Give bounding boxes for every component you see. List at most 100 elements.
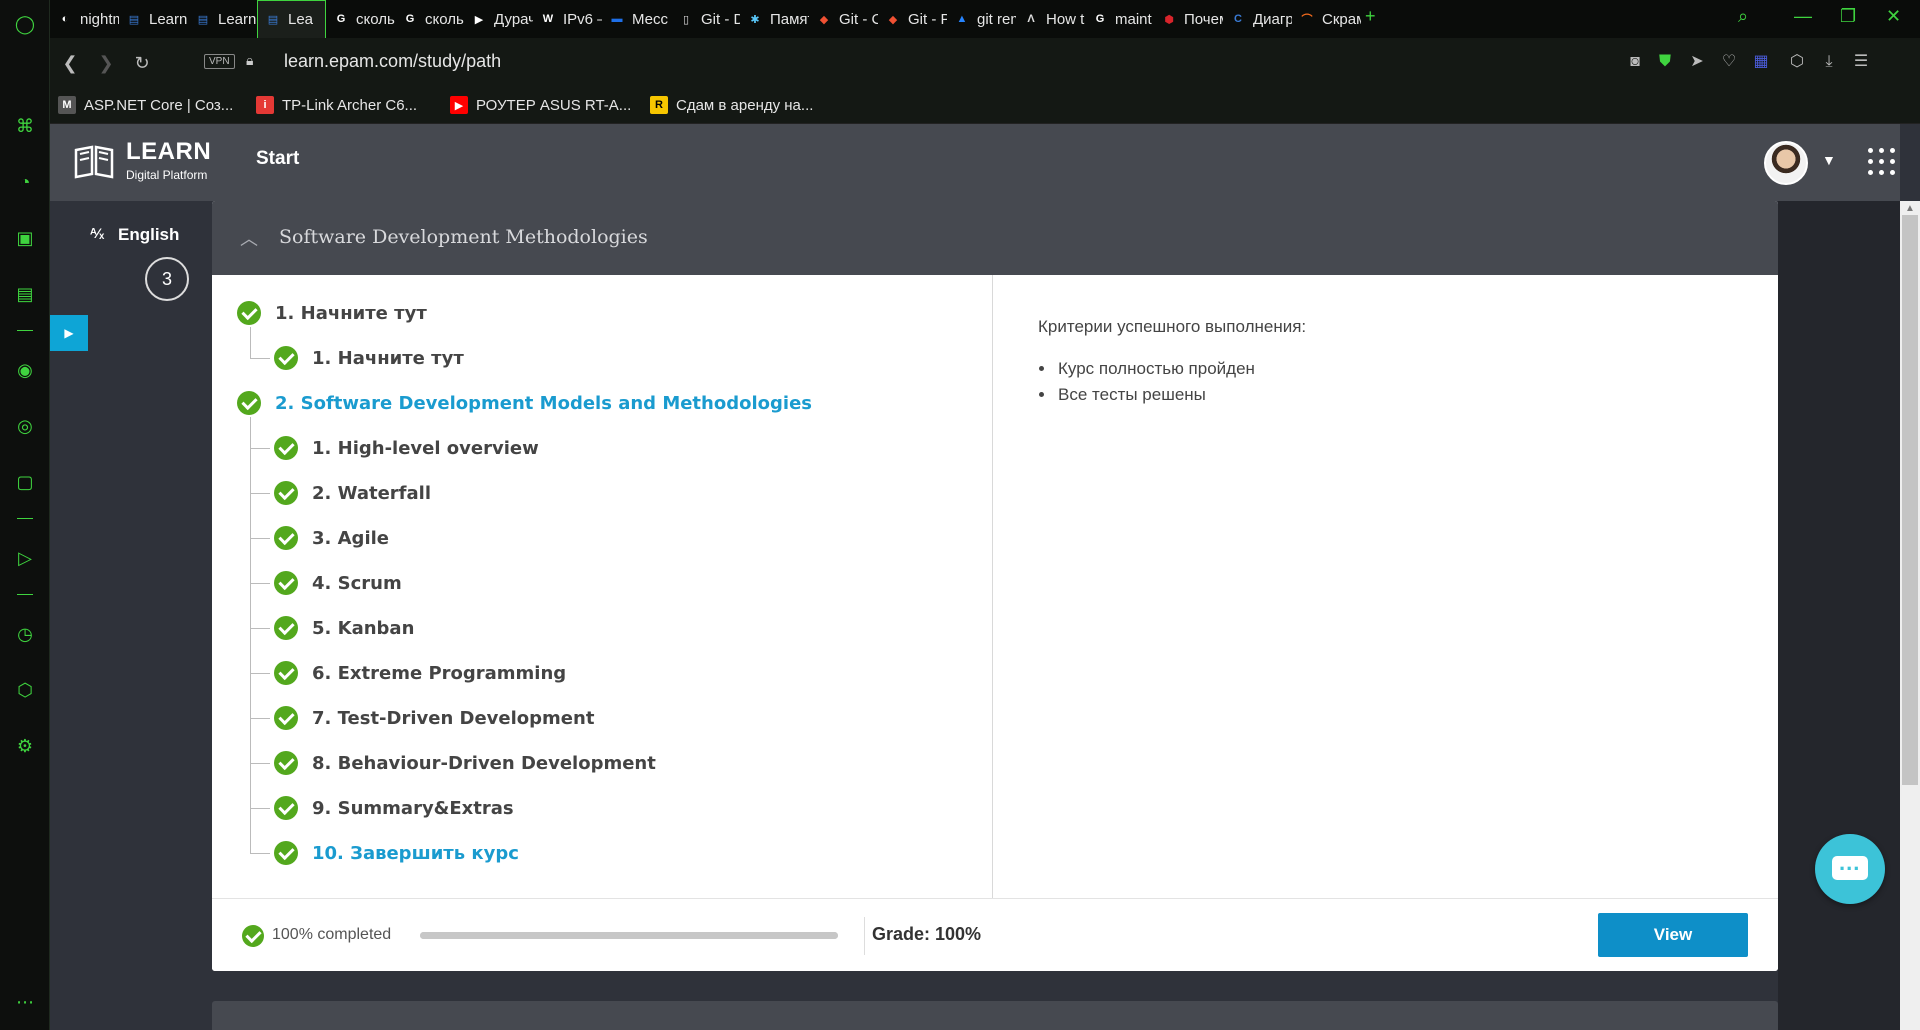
view-button[interactable]: View (1598, 913, 1748, 957)
new-tab-icon[interactable]: + (1365, 6, 1376, 27)
browser-tab[interactable]: ⬢ Почем (1154, 0, 1223, 38)
send-icon[interactable]: ➤ (1686, 51, 1708, 73)
twitch-icon[interactable]: ▤ (13, 282, 37, 306)
browser-tab[interactable]: ✱ Памят (740, 0, 809, 38)
next-course-card[interactable] (212, 1001, 1778, 1030)
cube-extension-icon[interactable]: ⬡ (1786, 51, 1808, 73)
minimize-icon[interactable]: — (1794, 6, 1812, 27)
translate-icon[interactable]: ᴬ⁄ₓ (90, 225, 104, 241)
browser-tab[interactable]: ▬ Месс (602, 0, 671, 38)
browser-tab[interactable]: ▤ Learn (119, 0, 188, 38)
outline-section[interactable]: 1. Начните тут (237, 301, 427, 325)
browser-tab[interactable]: ▤Lea✕ (257, 0, 326, 38)
outline-item-label[interactable]: 2. Waterfall (312, 483, 431, 504)
outline-lesson[interactable]: 6. Extreme Programming (250, 661, 566, 685)
search-tabs-icon[interactable]: ⌕ (1738, 6, 1748, 27)
instagram-icon[interactable]: ▢ (13, 470, 37, 494)
browser-tab[interactable]: ⌒ Скрам (1292, 0, 1362, 38)
outline-item-label[interactable]: 5. Kanban (312, 618, 414, 639)
outline-item-label[interactable]: 3. Agile (312, 528, 389, 549)
caret-down-icon[interactable]: ▼ (1822, 152, 1836, 168)
outline-lesson[interactable]: 1. Начните тут (250, 346, 464, 370)
outline-lesson[interactable]: 1. High-level overview (250, 436, 539, 460)
page-scrollbar[interactable]: ▲ (1900, 201, 1920, 1030)
reload-icon[interactable]: ↻ (130, 51, 154, 75)
shopping-bag-icon[interactable]: ▣ (13, 226, 37, 250)
outline-section[interactable]: 2. Software Development Models and Metho… (237, 391, 812, 415)
browser-tab[interactable]: Gmaint (1085, 0, 1154, 38)
outline-lesson[interactable]: 8. Behaviour-Driven Development (250, 751, 656, 775)
course-card-header[interactable]: ︿ Software Development Methodologies (212, 201, 1778, 275)
browser-tab[interactable]: Λ How t (1016, 0, 1085, 38)
browser-tab[interactable]: Gсколь (326, 0, 395, 38)
outline-lesson[interactable]: 4. Scrum (250, 571, 402, 595)
outline-item-label[interactable]: 9. Summary&Extras (312, 798, 514, 819)
outline-item-label[interactable]: 10. Завершить курс (312, 843, 519, 864)
browser-tab[interactable]: ▶ Дурач (464, 0, 533, 38)
forward-icon[interactable]: ❯ (94, 51, 118, 75)
bookmark-item[interactable]: M ASP.NET Core | Соз... (58, 96, 233, 114)
gamepad-icon[interactable]: ⌘ (13, 114, 37, 138)
vpn-badge[interactable]: VPN (204, 54, 235, 69)
whatsapp-icon[interactable]: ◎ (13, 414, 37, 438)
expand-sidebar-button[interactable]: ▶ (50, 315, 88, 351)
close-window-icon[interactable]: ✕ (1886, 6, 1901, 27)
extension-icon[interactable]: ▦ (1750, 51, 1772, 73)
speedometer-icon[interactable]: ◔ (13, 170, 37, 194)
outline-item-label[interactable]: 8. Behaviour-Driven Development (312, 753, 656, 774)
camera-icon[interactable]: ◙ (1624, 51, 1646, 73)
outline-item-label[interactable]: 6. Extreme Programming (312, 663, 566, 684)
scrollbar-thumb[interactable] (1902, 215, 1918, 785)
apps-grid-icon[interactable] (1868, 148, 1896, 176)
outline-item-label[interactable]: 1. Начните тут (275, 303, 427, 324)
chevron-up-icon[interactable]: ︿ (240, 225, 258, 251)
chat-support-button[interactable] (1815, 834, 1885, 904)
shield-icon[interactable]: ⛊ (1654, 51, 1676, 73)
bookmark-item[interactable]: i TP-Link Archer C6... (256, 96, 417, 114)
outline-lesson[interactable]: 10. Завершить курс (250, 841, 519, 865)
opera-logo-icon[interactable]: ◯ (13, 12, 37, 36)
notification-count[interactable]: 3 (145, 257, 189, 301)
more-dots-icon[interactable]: ⋯ (13, 990, 37, 1014)
browser-tab[interactable]: C Диагр (1223, 0, 1292, 38)
download-icon[interactable]: ⤓ (1818, 51, 1840, 73)
messenger-icon[interactable]: ◉ (13, 358, 37, 382)
browser-tab[interactable]: Gсколь (395, 0, 464, 38)
outline-item-label[interactable]: 7. Test-Driven Development (312, 708, 594, 729)
browser-tab[interactable]: ◐ nightm (50, 0, 119, 38)
browser-tab[interactable]: ▯ Git - D (671, 0, 740, 38)
browser-tab[interactable]: ▲ git rem (947, 0, 1016, 38)
outline-item-label[interactable]: 1. High-level overview (312, 438, 539, 459)
back-icon[interactable]: ❮ (58, 51, 82, 75)
settings-gear-icon[interactable]: ⚙ (13, 734, 37, 758)
browser-tab[interactable]: ▤ Learn (188, 0, 257, 38)
language-selector[interactable]: English (118, 225, 179, 245)
browser-tab[interactable]: ◆ Git - P (878, 0, 947, 38)
course-title[interactable]: Software Development Methodologies (279, 226, 648, 248)
bookmark-item[interactable]: R Сдам в аренду на... (650, 96, 813, 114)
outline-item-label[interactable]: 1. Начните тут (312, 348, 464, 369)
cube-icon[interactable]: ⬡ (13, 678, 37, 702)
outline-lesson[interactable]: 7. Test-Driven Development (250, 706, 594, 730)
book-logo-icon[interactable] (74, 144, 114, 180)
outline-lesson[interactable]: 3. Agile (250, 526, 389, 550)
browser-tab[interactable]: W IPv6 – (533, 0, 602, 38)
easy-setup-icon[interactable]: ☰ (1850, 51, 1872, 73)
bookmark-item[interactable]: ▶ РОУТЕР ASUS RT-A... (450, 96, 631, 114)
logo-title[interactable]: LEARN (126, 138, 211, 166)
user-avatar[interactable] (1764, 141, 1808, 185)
url-field[interactable]: learn.epam.com/study/path (284, 51, 501, 72)
heart-icon[interactable]: ♡ (1718, 51, 1740, 73)
player-icon[interactable]: ▷ (13, 546, 37, 570)
history-icon[interactable]: ◷ (13, 622, 37, 646)
outline-lesson[interactable]: 5. Kanban (250, 616, 414, 640)
scroll-up-icon[interactable]: ▲ (1905, 203, 1915, 214)
nav-start-link[interactable]: Start (256, 148, 299, 170)
outline-item-label[interactable]: 2. Software Development Models and Metho… (275, 393, 812, 414)
outline-item-label[interactable]: 4. Scrum (312, 573, 402, 594)
browser-tab[interactable]: ◆ Git - C (809, 0, 878, 38)
outline-lesson[interactable]: 9. Summary&Extras (250, 796, 514, 820)
outline-lesson[interactable]: 2. Waterfall (250, 481, 431, 505)
lock-icon[interactable]: 🔒︎ (246, 52, 253, 69)
restore-icon[interactable]: ❐ (1840, 6, 1856, 27)
